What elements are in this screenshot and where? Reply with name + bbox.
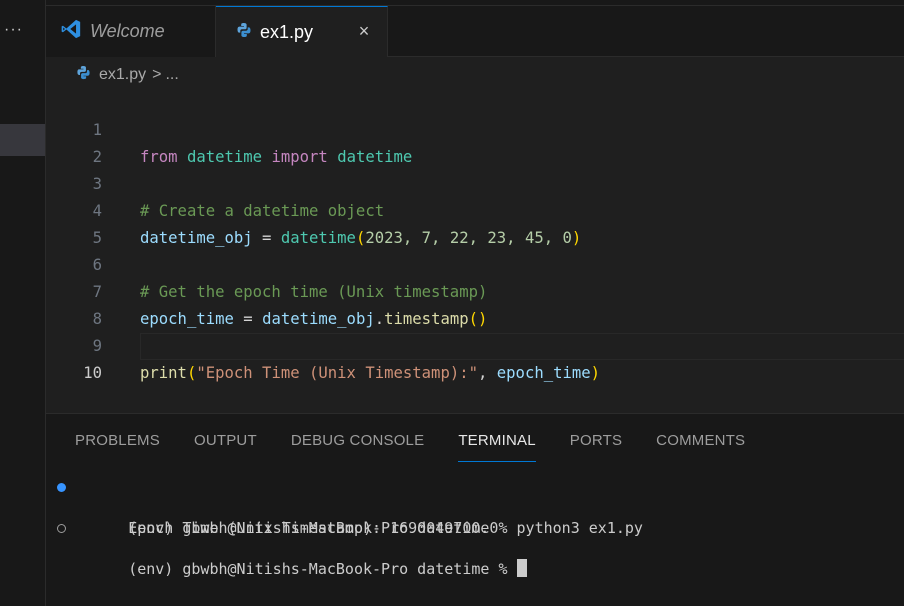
breadcrumb: ex1.py > ... [76, 63, 179, 87]
code-line[interactable]: 8 [46, 279, 904, 328]
terminal-line: (env) gbwbh@Nitishs-MacBook-Pro datetime… [56, 518, 904, 578]
breadcrumb-file[interactable]: ex1.py [99, 66, 146, 84]
code-line[interactable]: 7 epoch_time = datetime_obj.timestamp() [46, 252, 904, 328]
code-line[interactable]: 10 [46, 333, 904, 382]
tab-problems[interactable]: PROBLEMS [75, 432, 160, 462]
code-line[interactable]: 9 print("Epoch Time (Unix Timestamp):", … [46, 306, 904, 382]
python-file-icon [236, 22, 252, 43]
command-pending-dot-icon[interactable] [57, 524, 66, 533]
breadcrumb-separator: > [152, 66, 162, 83]
code-editor[interactable]: 1 from datetime import datetime 2 3 # Cr… [46, 90, 904, 410]
code-line[interactable]: 1 from datetime import datetime [46, 90, 904, 166]
code-line[interactable]: 3 # Create a datetime object [46, 144, 904, 220]
tab-welcome-label: Welcome [90, 21, 165, 41]
line-content: print("Epoch Time (Unix Timestamp):", ep… [140, 364, 601, 382]
python-file-icon [76, 65, 91, 85]
tab-output[interactable]: OUTPUT [194, 432, 257, 462]
vscode-icon [60, 18, 82, 45]
terminal-line: Epoch Time (Unix Timestamp): 1690049700.… [56, 498, 904, 537]
tab-ex1-py[interactable]: ex1.py × [216, 6, 388, 57]
command-success-dot-icon[interactable] [57, 483, 66, 492]
close-icon[interactable]: × [355, 22, 373, 40]
terminal-cursor [516, 559, 527, 577]
breadcrumb-symbol[interactable]: ... [165, 66, 178, 84]
tab-terminal[interactable]: TERMINAL [458, 432, 536, 462]
terminal-prompt: (env) gbwbh@Nitishs-MacBook-Pro datetime… [128, 560, 517, 578]
terminal-line: (env) gbwbh@Nitishs-MacBook-Pro datetime… [56, 477, 904, 537]
sidebar-selected-item[interactable] [0, 124, 45, 156]
panel-tab-bar: PROBLEMS OUTPUT DEBUG CONSOLE TERMINAL P… [75, 432, 779, 462]
tab-welcome[interactable]: Welcome [46, 6, 216, 57]
code-line[interactable]: 2 [46, 117, 904, 166]
tab-debug-console[interactable]: DEBUG CONSOLE [291, 432, 424, 462]
editor-tab-bar: Welcome ex1.py × [46, 0, 904, 57]
line-number: 10 [83, 364, 102, 382]
sidebar-strip: ··· [0, 0, 46, 606]
tab-ex1-label: ex1.py [260, 21, 314, 42]
code-line[interactable]: 6 # Get the epoch time (Unix timestamp) [46, 225, 904, 301]
code-line[interactable]: 4 datetime_obj = datetime(2023, 7, 22, 2… [46, 171, 904, 247]
bottom-panel: PROBLEMS OUTPUT DEBUG CONSOLE TERMINAL P… [46, 413, 904, 606]
code-line[interactable]: 5 [46, 198, 904, 247]
terminal[interactable]: (env) gbwbh@Nitishs-MacBook-Pro datetime… [56, 477, 904, 578]
tab-comments[interactable]: COMMENTS [656, 432, 745, 462]
more-actions-button[interactable]: ··· [4, 20, 34, 40]
tab-ports[interactable]: PORTS [570, 432, 622, 462]
